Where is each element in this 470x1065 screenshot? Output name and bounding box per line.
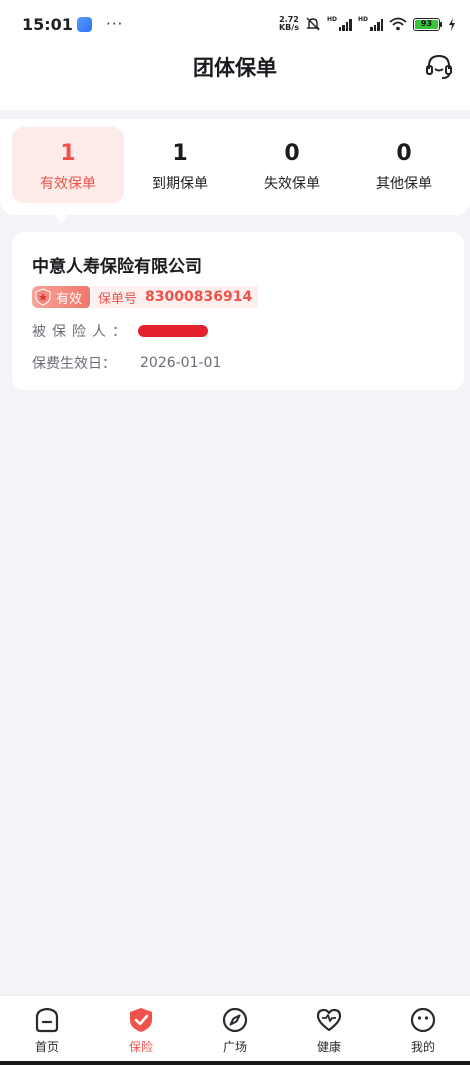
status-bar: 15:01 ··· 2.72 KB/s HD HD 93 xyxy=(0,0,470,48)
more-notifications-icon: ··· xyxy=(105,15,124,33)
signal-icon xyxy=(338,18,352,31)
nav-label: 广场 xyxy=(222,1040,247,1054)
effective-date-label: 保费生效日： xyxy=(32,356,116,372)
nav-item-health[interactable]: 健康 xyxy=(282,996,376,1065)
policy-tabs: 1 有效保单 1 到期保单 0 失效保单 0 其他保单 xyxy=(0,119,470,215)
compass-icon xyxy=(222,1007,248,1033)
hd-label: HD xyxy=(357,16,368,23)
tab-label: 有效保单 xyxy=(40,176,96,192)
insured-row: 被保险人： xyxy=(32,321,444,341)
tab-expired-policies[interactable]: 1 到期保单 xyxy=(124,127,236,203)
tab-pointer xyxy=(52,212,70,224)
tab-active-policies[interactable]: 1 有效保单 xyxy=(12,127,124,203)
network-speed: 2.72 KB/s xyxy=(279,16,299,32)
smiley-profile-icon xyxy=(410,1007,436,1033)
nav-label: 保险 xyxy=(128,1040,153,1054)
signal-icon xyxy=(370,18,383,31)
nav-label: 首页 xyxy=(34,1040,59,1054)
customer-service-icon[interactable] xyxy=(424,52,454,82)
hd-label: HD xyxy=(326,16,337,23)
app-notification-icon xyxy=(76,16,92,32)
policy-number-value: 83000836914 xyxy=(145,289,253,305)
home-icon xyxy=(35,1007,59,1033)
insured-name-redacted xyxy=(138,325,208,337)
tab-label: 到期保单 xyxy=(152,176,208,192)
effective-date-value: 2026-01-01 xyxy=(140,355,222,371)
tab-invalid-policies[interactable]: 0 失效保单 xyxy=(236,127,348,203)
policy-card[interactable]: 中意人寿保险有限公司 有效 保单号 83000836914 被保险人： 保费生效… xyxy=(12,232,464,390)
nav-item-home[interactable]: 首页 xyxy=(0,996,94,1065)
bottom-edge xyxy=(0,1061,470,1065)
status-icons: 2.72 KB/s HD HD 93 xyxy=(279,16,456,32)
network-speed-unit: KB/s xyxy=(278,23,299,32)
tab-count: 0 xyxy=(396,141,412,166)
tab-label: 其他保单 xyxy=(376,176,432,192)
nav-item-plaza[interactable]: 广场 xyxy=(188,996,282,1065)
nav-label: 健康 xyxy=(316,1040,341,1054)
mute-icon xyxy=(306,17,320,31)
tab-count: 1 xyxy=(60,141,76,166)
wifi-icon xyxy=(389,17,407,31)
insurance-shield-icon xyxy=(130,1008,152,1032)
bottom-nav: 首页 保险 广场 健康 我的 xyxy=(0,995,470,1065)
tab-count: 0 xyxy=(284,141,300,166)
effective-date-row: 保费生效日： 2026-01-01 xyxy=(32,353,444,373)
heart-pulse-icon xyxy=(316,1008,342,1032)
battery-icon: 93 xyxy=(413,17,442,31)
nav-label: 我的 xyxy=(410,1040,435,1054)
tab-label: 失效保单 xyxy=(264,176,320,192)
status-badge: 有效 xyxy=(32,286,91,308)
battery-level: 93 xyxy=(415,19,438,29)
status-badge-label: 有效 xyxy=(56,291,83,307)
policy-number: 保单号 83000836914 xyxy=(92,286,259,308)
policy-badge-row: 有效 保单号 83000836914 xyxy=(32,285,444,309)
tab-other-policies[interactable]: 0 其他保单 xyxy=(348,127,460,203)
nav-item-mine[interactable]: 我的 xyxy=(376,996,470,1065)
nav-item-insurance[interactable]: 保险 xyxy=(94,996,188,1065)
status-time: 15:01 xyxy=(22,14,73,34)
shield-star-icon xyxy=(35,288,51,306)
charging-icon xyxy=(449,17,455,31)
page-title: 团体保单 xyxy=(193,56,277,80)
insured-label: 被保险人： xyxy=(32,324,132,340)
policy-number-label: 保单号 xyxy=(98,291,138,307)
company-name: 中意人寿保险有限公司 xyxy=(32,257,202,277)
tab-count: 1 xyxy=(172,141,188,166)
